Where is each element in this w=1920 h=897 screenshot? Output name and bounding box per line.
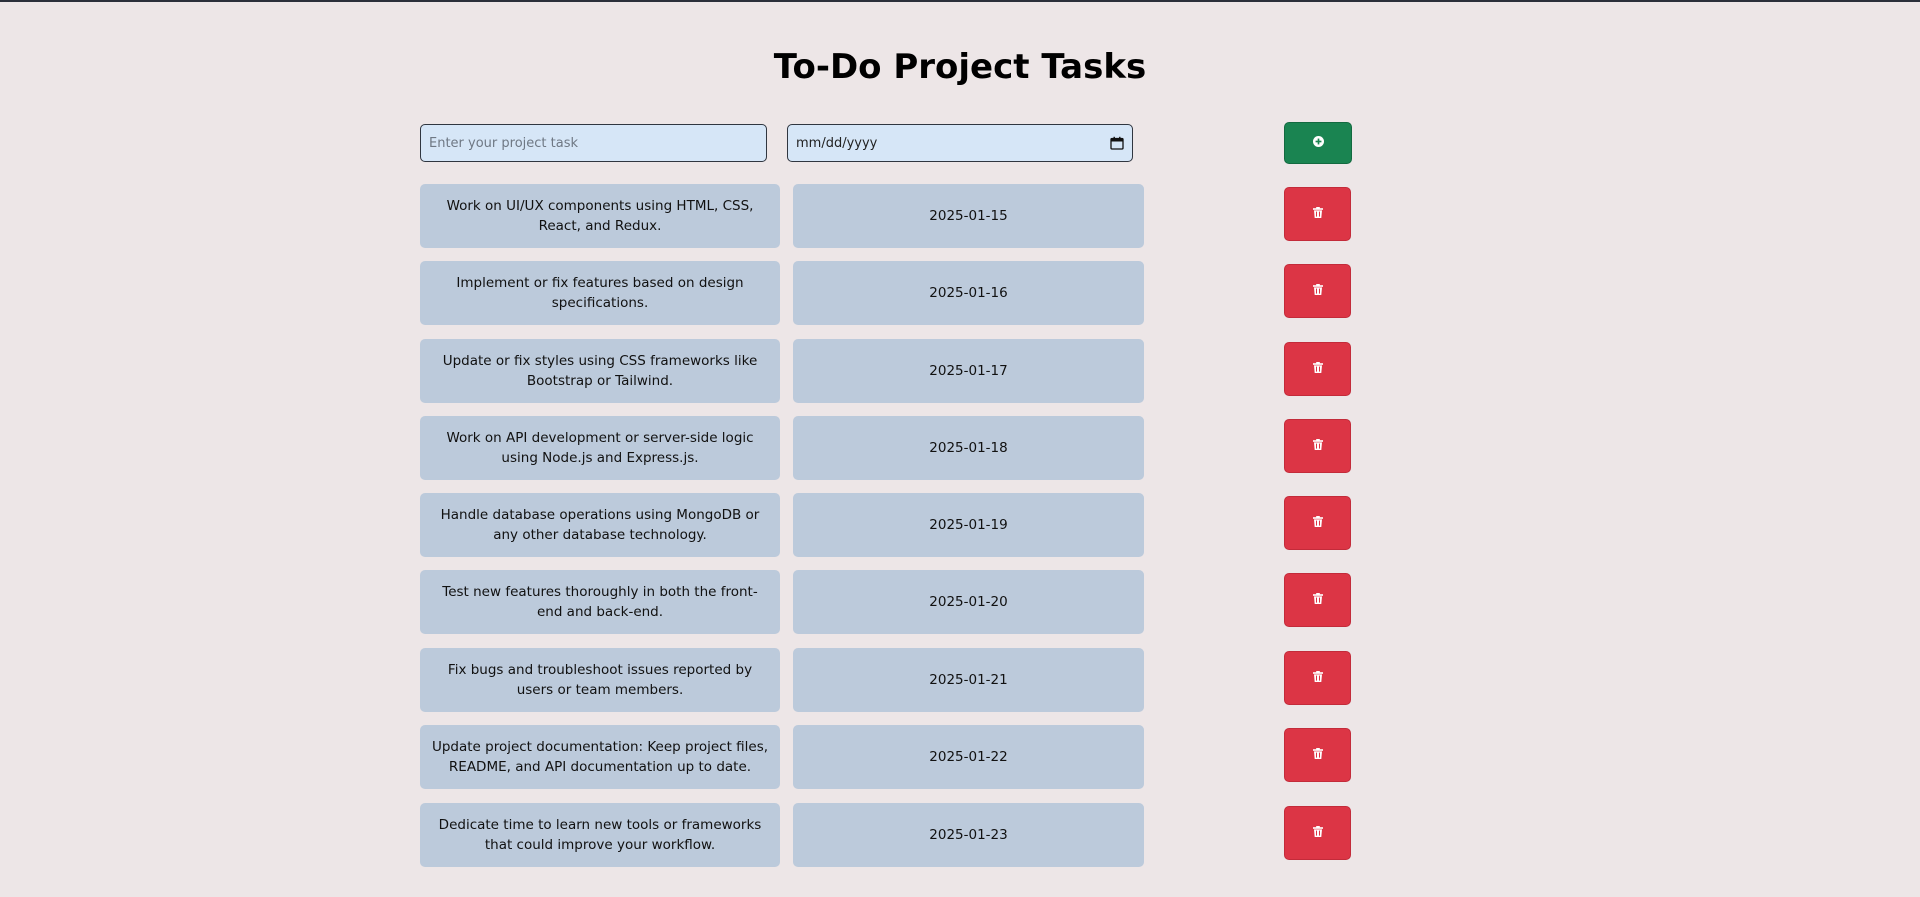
task-text: Work on API development or server-side l… — [420, 416, 780, 480]
task-date: 2025-01-23 — [793, 803, 1144, 867]
task-row: Handle database operations using MongoDB… — [420, 493, 1352, 557]
trash-icon — [1312, 437, 1323, 455]
delete-task-button[interactable] — [1284, 651, 1351, 705]
delete-task-button[interactable] — [1284, 264, 1351, 318]
task-text: Handle database operations using MongoDB… — [420, 493, 780, 557]
task-text: Test new features thoroughly in both the… — [420, 570, 780, 634]
delete-task-button[interactable] — [1284, 419, 1351, 473]
task-date: 2025-01-19 — [793, 493, 1144, 557]
trash-icon — [1312, 360, 1323, 378]
task-row: Implement or fix features based on desig… — [420, 261, 1352, 325]
task-text: Implement or fix features based on desig… — [420, 261, 780, 325]
task-date: 2025-01-17 — [793, 339, 1144, 403]
task-text: Fix bugs and troubleshoot issues reporte… — [420, 648, 780, 712]
delete-task-button[interactable] — [1284, 728, 1351, 782]
task-input[interactable] — [420, 124, 767, 162]
calendar-icon[interactable] — [1110, 136, 1124, 150]
task-row: Test new features thoroughly in both the… — [420, 570, 1352, 634]
task-date: 2025-01-15 — [793, 184, 1144, 248]
task-text: Dedicate time to learn new tools or fram… — [420, 803, 780, 867]
task-row: Dedicate time to learn new tools or fram… — [420, 803, 1352, 867]
task-text: Work on UI/UX components using HTML, CSS… — [420, 184, 780, 248]
trash-icon — [1312, 746, 1323, 764]
task-date: 2025-01-20 — [793, 570, 1144, 634]
date-input[interactable]: mm/dd/yyyy — [787, 124, 1133, 162]
task-row: Work on API development or server-side l… — [420, 416, 1352, 480]
task-date: 2025-01-21 — [793, 648, 1144, 712]
task-row: Update project documentation: Keep proje… — [420, 725, 1352, 789]
page-title: To-Do Project Tasks — [773, 47, 1147, 87]
delete-task-button[interactable] — [1284, 806, 1351, 860]
task-text: Update or fix styles using CSS framework… — [420, 339, 780, 403]
trash-icon — [1312, 591, 1323, 609]
task-row: Update or fix styles using CSS framework… — [420, 339, 1352, 403]
trash-icon — [1312, 514, 1323, 532]
add-task-button[interactable] — [1284, 122, 1352, 164]
trash-icon — [1312, 205, 1323, 223]
plus-circle-icon — [1312, 134, 1324, 152]
trash-icon — [1312, 282, 1323, 300]
task-text: Update project documentation: Keep proje… — [420, 725, 780, 789]
trash-icon — [1312, 824, 1323, 842]
task-row: Work on UI/UX components using HTML, CSS… — [420, 184, 1352, 248]
add-task-form: mm/dd/yyyy — [420, 122, 1352, 164]
delete-task-button[interactable] — [1284, 496, 1351, 550]
delete-task-button[interactable] — [1284, 187, 1351, 241]
delete-task-button[interactable] — [1284, 342, 1351, 396]
delete-task-button[interactable] — [1284, 573, 1351, 627]
task-date: 2025-01-16 — [793, 261, 1144, 325]
task-row: Fix bugs and troubleshoot issues reporte… — [420, 648, 1352, 712]
date-placeholder: mm/dd/yyyy — [796, 135, 878, 151]
trash-icon — [1312, 669, 1323, 687]
task-date: 2025-01-18 — [793, 416, 1144, 480]
task-date: 2025-01-22 — [793, 725, 1144, 789]
